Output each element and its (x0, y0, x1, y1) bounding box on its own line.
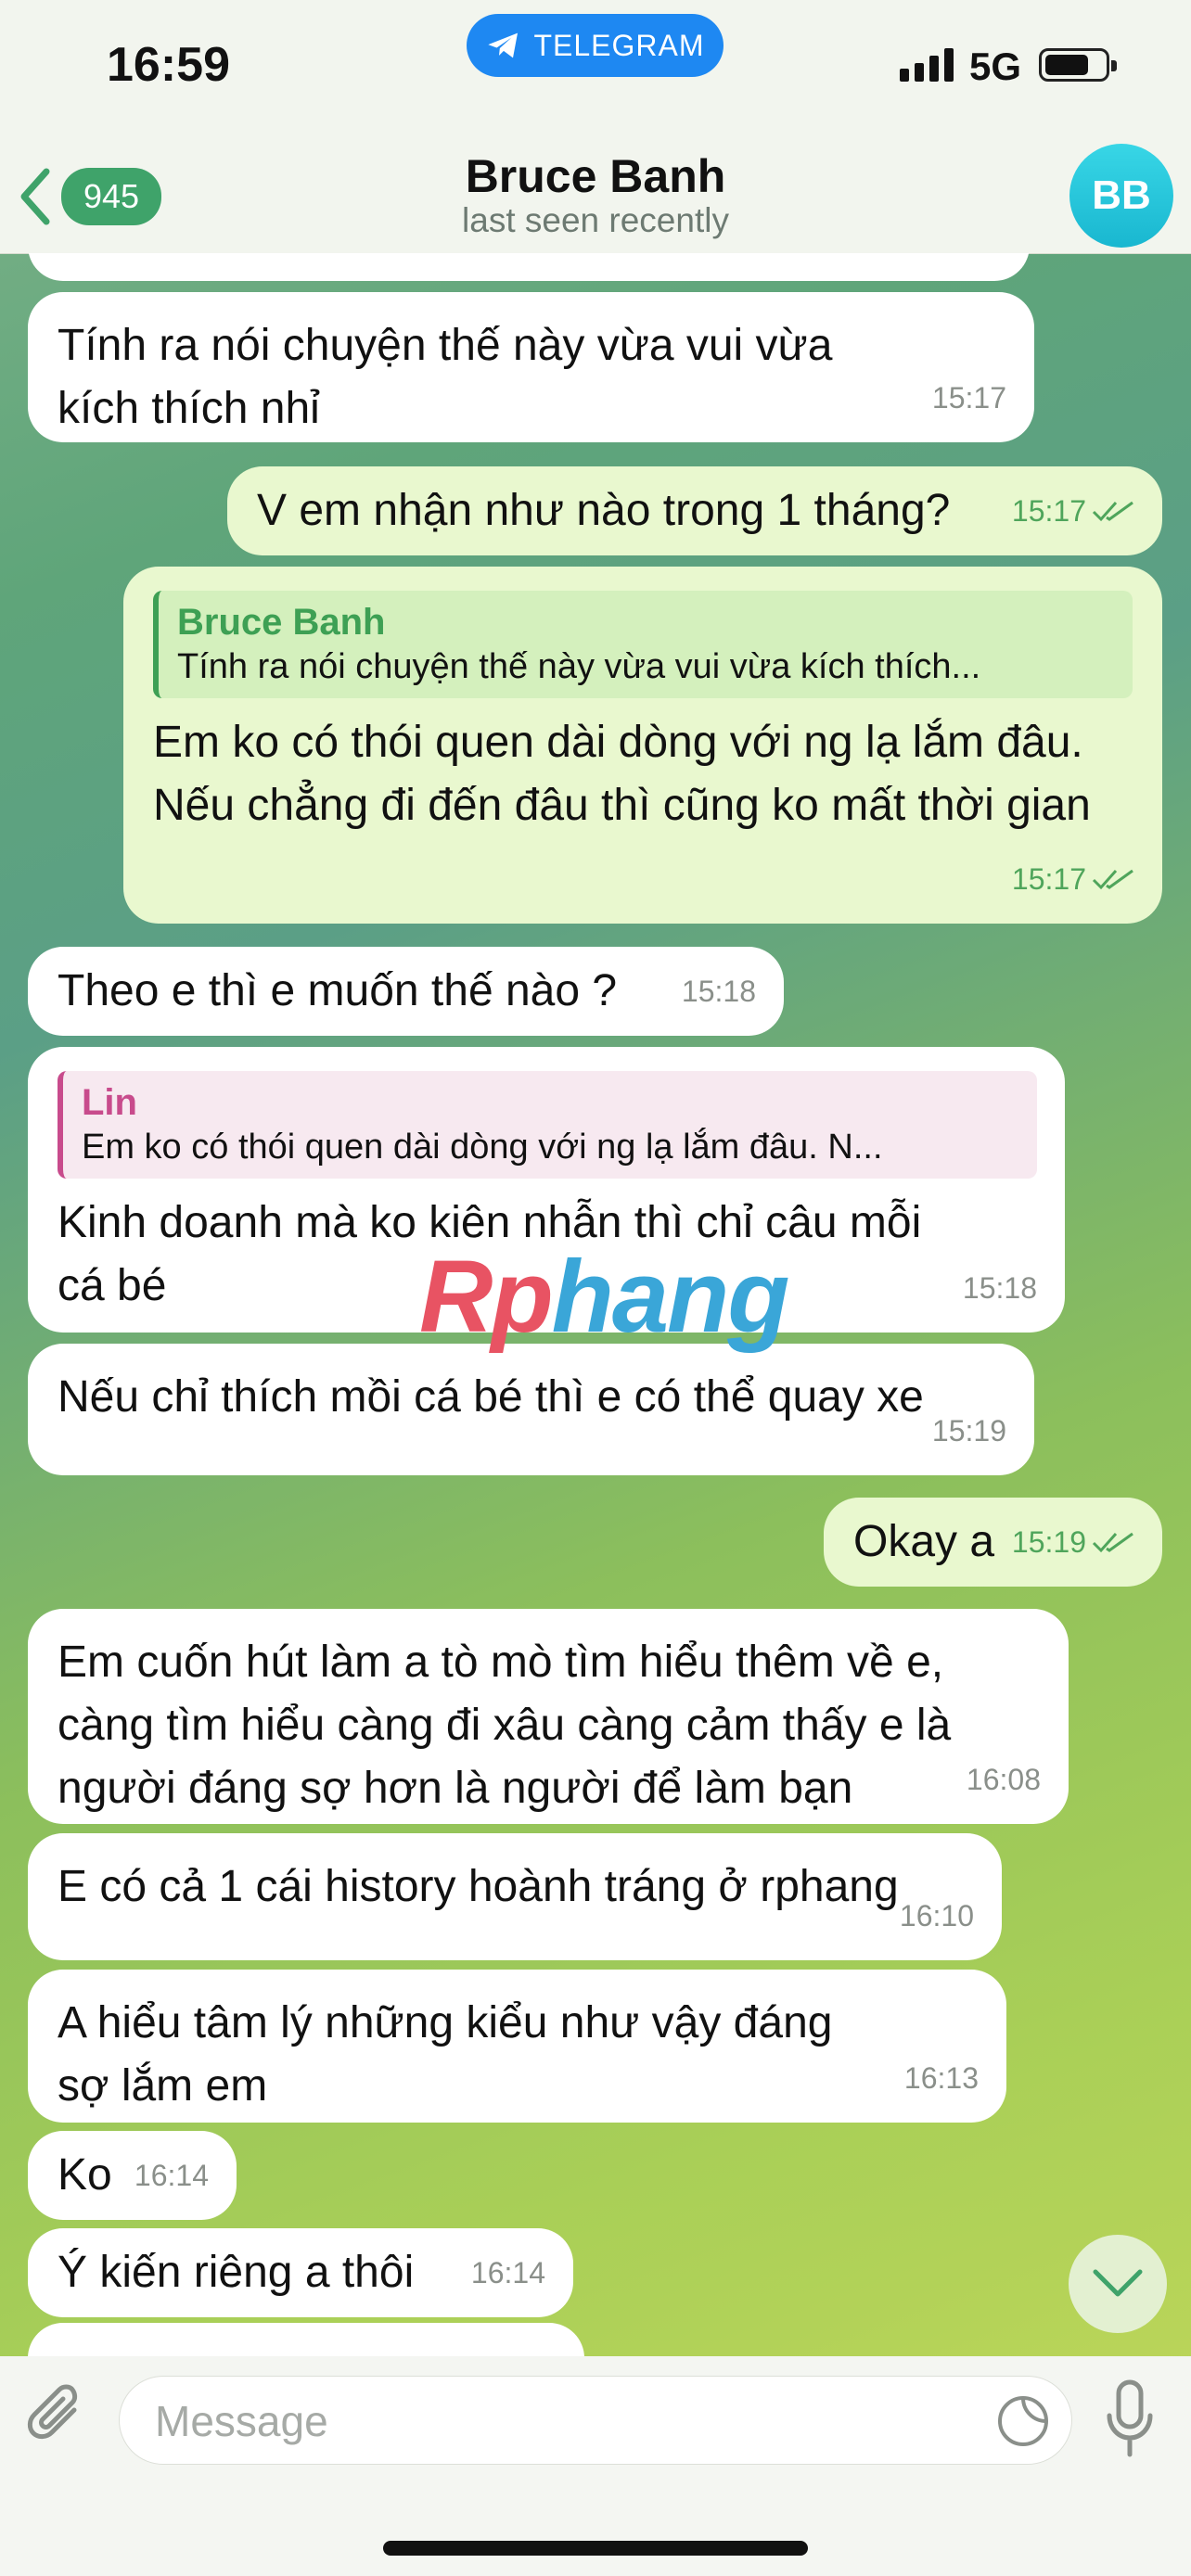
message-time: 15:19 (1012, 1511, 1134, 1574)
double-check-icon (1092, 869, 1133, 890)
message-bubble[interactable]: Ý kiến riêng a thôi 16:14 (28, 2228, 573, 2317)
battery-icon (1039, 48, 1117, 82)
contact-status: last seen recently (462, 201, 729, 239)
watermark: Rphang (419, 1240, 789, 1354)
reply-text: Em ko có thói quen dài dòng với ng lạ lắ… (82, 1128, 883, 1167)
message-text: Em cuốn hút làm a tò mò tìm hiểu thêm về… (58, 1638, 952, 1813)
message-bubble[interactable]: Bruce Banh Tính ra nói chuyện thế này vừ… (123, 567, 1162, 924)
scroll-down-button[interactable] (1069, 2235, 1167, 2333)
reply-author: Lin (82, 1082, 137, 1123)
contact-name[interactable]: Bruce Banh (0, 149, 1191, 203)
message-time: 16:10 (899, 1899, 974, 1932)
message-bubble[interactable]: Theo e thì e muốn thế nào ? 15:18 (28, 947, 784, 1036)
avatar[interactable]: BB (1069, 144, 1173, 248)
double-check-icon (1092, 1532, 1133, 1553)
message-bubble[interactable]: Ko 16:14 (28, 2131, 237, 2220)
message-bubble-partial[interactable] (28, 2323, 584, 2356)
message-time: 16:13 (903, 2061, 979, 2095)
message-text: A hiểu tâm lý những kiểu như vậy đáng sợ… (58, 1998, 833, 2111)
message-text: Nếu chỉ thích mồi cá bé thì e có thể qua… (58, 1372, 924, 1422)
telegram-pill[interactable]: TELEGRAM (467, 14, 724, 77)
message-time: 15:17 (1012, 479, 1134, 542)
message-time: 15:17 (931, 381, 1006, 414)
message-text: Ý kiến riêng a thôi (58, 2248, 415, 2297)
message-text: Okay a (853, 1517, 995, 1566)
message-time: 15:19 (931, 1414, 1006, 1447)
message-time: 15:18 (681, 975, 756, 1008)
message-time: 16:14 (470, 2256, 545, 2289)
message-text: Em ko có thói quen dài dòng với ng lạ lắ… (153, 718, 1091, 830)
status-bar: 16:59 TELEGRAM 5G (0, 0, 1191, 144)
message-text: Ko (58, 2150, 112, 2200)
message-text: Theo e thì e muốn thế nào ? (58, 966, 618, 1015)
telegram-icon (488, 32, 519, 58)
reply-text: Tính ra nói chuyện thế này vừa vui vừa k… (177, 647, 981, 686)
status-time: 16:59 (107, 38, 230, 92)
reply-author: Bruce Banh (177, 602, 386, 643)
sticker-icon[interactable] (995, 2393, 1051, 2449)
reply-quote[interactable]: Bruce Banh Tính ra nói chuyện thế này vừ… (153, 591, 1133, 698)
message-bubble[interactable]: Em cuốn hút làm a tò mò tìm hiểu thêm về… (28, 1609, 1069, 1824)
message-text: E có cả 1 cái history hoành tráng ở rpha… (58, 1862, 899, 1911)
telegram-pill-label: TELEGRAM (533, 28, 705, 62)
message-time: 16:08 (966, 1763, 1041, 1796)
chat-header: 945 Bruce Banh last seen recently BB (0, 144, 1191, 254)
message-bubble[interactable]: Nếu chỉ thích mồi cá bé thì e có thể qua… (28, 1344, 1034, 1475)
signal-icon (900, 48, 954, 82)
message-bubble[interactable]: V em nhận như nào trong 1 tháng? 15:17 (227, 466, 1162, 555)
message-text: V em nhận như nào trong 1 tháng? (257, 486, 951, 535)
network-label: 5G (969, 45, 1022, 88)
message-time: 15:18 (962, 1271, 1037, 1305)
message-bubble[interactable]: A hiểu tâm lý những kiểu như vậy đáng sợ… (28, 1970, 1006, 2123)
home-indicator[interactable] (383, 2541, 808, 2556)
message-bubble-partial[interactable] (28, 253, 1030, 281)
message-bubble[interactable]: E có cả 1 cái history hoành tráng ở rpha… (28, 1833, 1002, 1960)
double-check-icon (1092, 501, 1133, 522)
attach-icon[interactable] (26, 2382, 91, 2456)
message-field[interactable] (119, 2376, 1072, 2466)
scroll-down-icon (1093, 2269, 1143, 2297)
mic-icon[interactable] (1102, 2378, 1158, 2462)
message-time: 16:14 (134, 2159, 209, 2192)
message-bubble[interactable]: Okay a 15:19 (824, 1498, 1162, 1587)
message-text: Tính ra nói chuyện thế này vừa vui vừa k… (58, 321, 833, 433)
message-time: 15:17 (1012, 848, 1134, 911)
message-bubble[interactable]: Tính ra nói chuyện thế này vừa vui vừa k… (28, 292, 1034, 442)
message-input[interactable] (153, 2377, 954, 2466)
reply-quote[interactable]: Lin Em ko có thói quen dài dòng với ng l… (58, 1071, 1037, 1179)
